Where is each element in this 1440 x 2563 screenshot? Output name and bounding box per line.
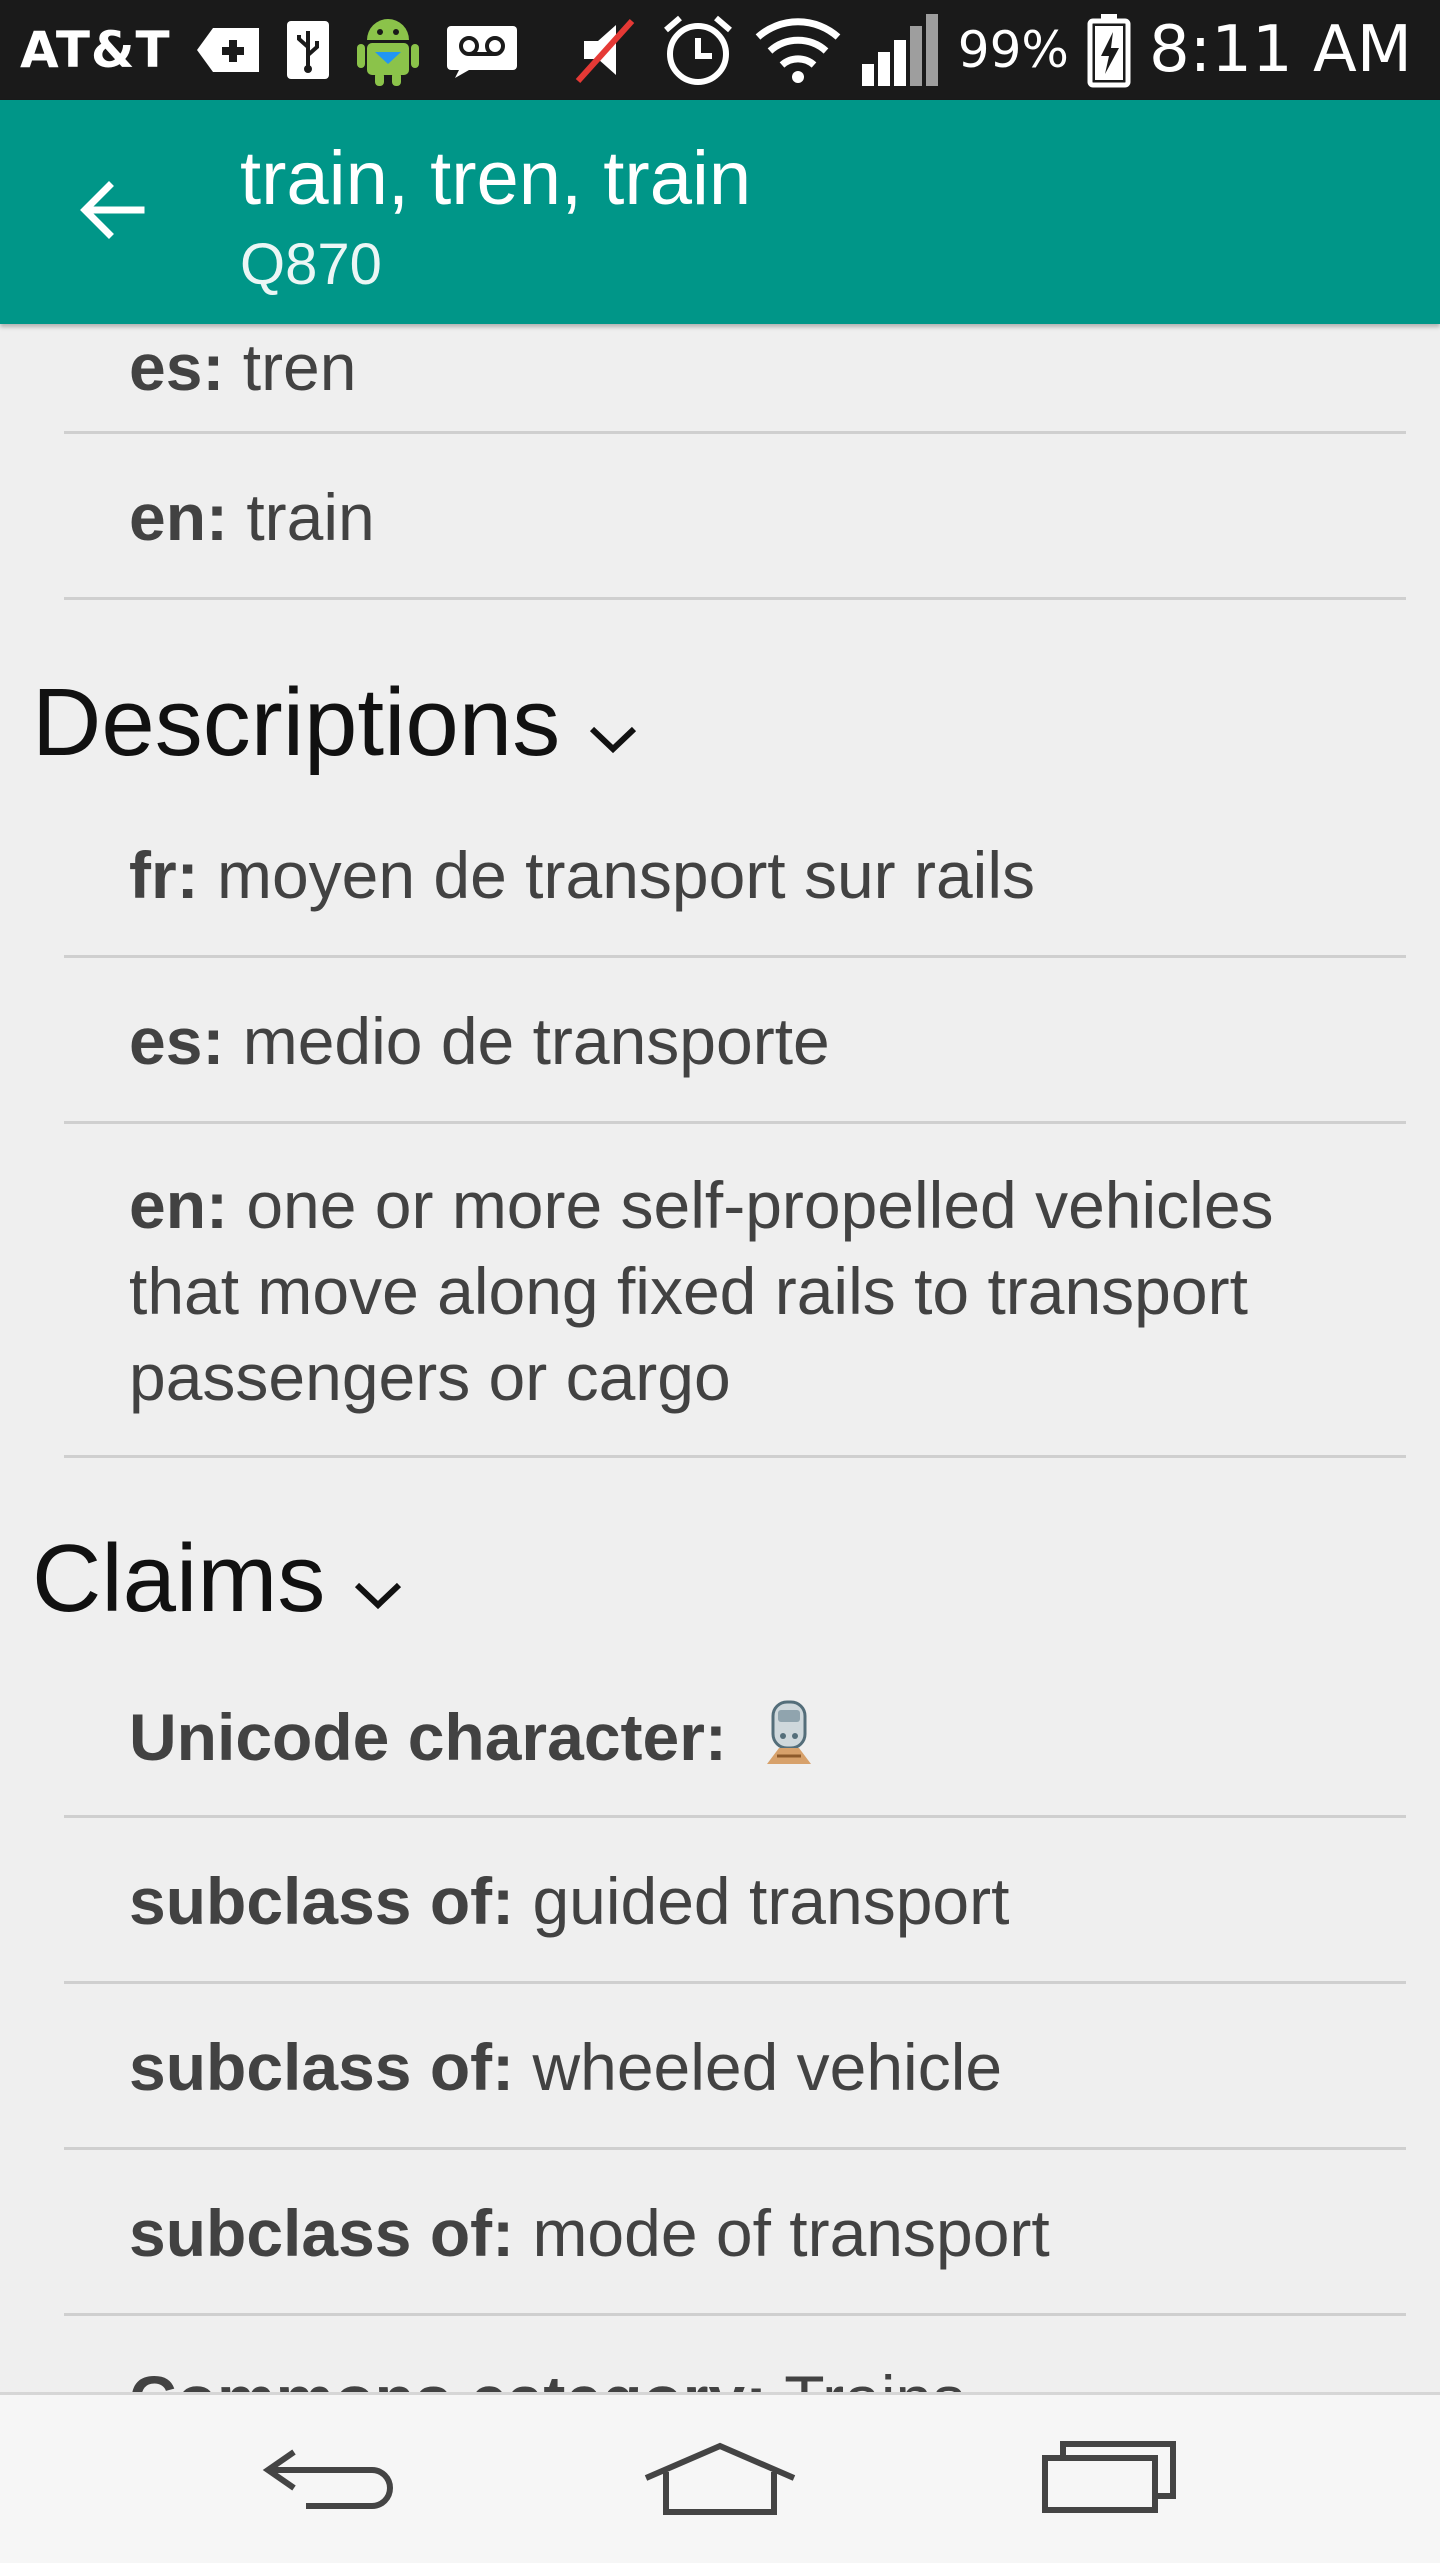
app-bar: train, tren, train Q870 (0, 100, 1440, 324)
item-detail-content[interactable]: es: tren en: train Descriptions fr: moye… (0, 324, 1440, 2392)
item-id: Q870 (240, 232, 382, 297)
label-row: es: tren (64, 324, 1406, 434)
battery-percent: 99% (957, 21, 1069, 79)
status-bar: AT&T 99% 8:11 AM (0, 0, 1440, 100)
android-icon (353, 12, 423, 88)
nav-recents-icon (1035, 2438, 1185, 2523)
label-lang: en: (129, 480, 228, 554)
battery-charging-icon (1087, 12, 1131, 88)
description-lang: fr: (129, 838, 199, 912)
label-lang: es: (129, 330, 225, 404)
back-button[interactable] (64, 164, 160, 260)
claim-row: subclass of: mode of transport (64, 2150, 1406, 2316)
chevron-down-icon (353, 1524, 403, 1634)
claim-value: guided transport (514, 1864, 1010, 1938)
nav-back-icon (260, 2438, 400, 2523)
description-lang: en: (129, 1168, 228, 1242)
claims-section-header[interactable]: Claims (32, 1524, 403, 1634)
description-row: fr: moyen de transport sur rails (64, 802, 1406, 958)
label-value: tren (224, 330, 357, 404)
claim-property: subclass of: (129, 2030, 515, 2104)
claim-row: Commons category: Trains (64, 2316, 1406, 2392)
nav-home-icon (640, 2438, 800, 2523)
page-title: train, tren, train (240, 136, 752, 221)
claim-value: wheeled vehicle (514, 2030, 1003, 2104)
claim-row: subclass of: guided transport (64, 1818, 1406, 1984)
description-value: medio de transporte (224, 1004, 830, 1078)
claim-property: Unicode character: (129, 1700, 727, 1774)
claims-header-label: Claims (32, 1525, 326, 1632)
claim-row: subclass of: wheeled vehicle (64, 1984, 1406, 2150)
descriptions-section-header[interactable]: Descriptions (32, 668, 638, 778)
voicemail-icon (445, 22, 519, 78)
signal-icon (860, 12, 940, 88)
descriptions-header-label: Descriptions (32, 669, 561, 776)
claim-value: mode of transport (514, 2196, 1050, 2270)
description-value: one or more self-propelled vehicles that… (129, 1168, 1274, 1414)
chevron-down-icon (588, 668, 638, 778)
label-row: en: train (64, 434, 1406, 600)
nav-recents-button[interactable] (1010, 2425, 1210, 2535)
label-value: train (228, 480, 375, 554)
claim-value: Trains (767, 2362, 965, 2392)
system-navigation-bar (0, 2392, 1440, 2563)
description-lang: es: (129, 1004, 225, 1078)
usb-icon (285, 17, 331, 83)
alarm-icon (660, 12, 736, 88)
plus-notification-icon (193, 22, 263, 78)
claim-property: subclass of: (129, 1864, 515, 1938)
claim-property: subclass of: (129, 2196, 515, 2270)
description-row: en: one or more self-propelled vehicles … (64, 1124, 1406, 1458)
description-value: moyen de transport sur rails (198, 838, 1035, 912)
claim-row: Unicode character: (64, 1658, 1406, 1818)
carrier-label: AT&T (20, 21, 171, 79)
claim-property: Commons category: (129, 2362, 767, 2392)
description-row: es: medio de transporte (64, 958, 1406, 1124)
wifi-icon (754, 15, 842, 85)
muted-icon (572, 15, 642, 85)
clock: 8:11 AM (1148, 13, 1412, 87)
nav-back-button[interactable] (230, 2425, 430, 2535)
train-icon (759, 1700, 819, 1786)
arrow-back-icon (79, 177, 145, 248)
nav-home-button[interactable] (620, 2425, 820, 2535)
